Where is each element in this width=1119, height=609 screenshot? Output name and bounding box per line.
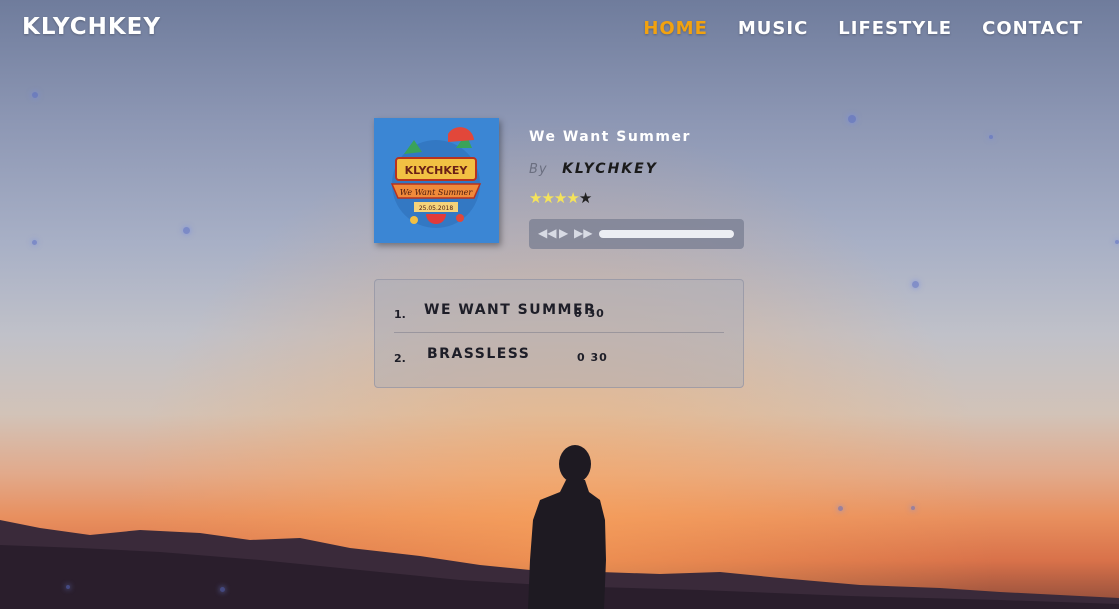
playlist-row[interactable]: 2. BRASSLESS 0 30 [394, 336, 724, 376]
cover-date: 25.05.2018 [419, 205, 454, 212]
sparkle-dot [838, 506, 843, 511]
track-number: 2. [394, 352, 406, 365]
nav-lifestyle[interactable]: LIFESTYLE [838, 18, 952, 39]
audio-player: ◀◀ ▶ ▶▶ [529, 219, 744, 249]
rating-stars[interactable]: ★★★★★ [529, 189, 592, 207]
star-icon[interactable]: ★ [566, 189, 579, 207]
artist-name[interactable]: KLYCHKEY [562, 161, 658, 177]
star-icon[interactable]: ★ [579, 189, 592, 207]
sparkle-dot [912, 281, 919, 288]
progress-bar[interactable] [599, 230, 734, 238]
sparkle-dot [183, 227, 190, 234]
track-duration: 0 30 [577, 351, 608, 364]
main-nav: HOME MUSIC LIFESTYLE CONTACT [643, 18, 1083, 39]
playlist: 1. WE WANT SUMMER 0 30 2. BRASSLESS 0 30 [374, 279, 744, 388]
sparkle-dot [32, 240, 37, 245]
track-name[interactable]: BRASSLESS [427, 346, 530, 362]
nav-music[interactable]: MUSIC [738, 18, 808, 39]
nav-contact[interactable]: CONTACT [982, 18, 1083, 39]
star-icon[interactable]: ★ [541, 189, 554, 207]
by-label: By [529, 162, 548, 177]
play-icon[interactable]: ▶ [559, 226, 568, 240]
star-icon[interactable]: ★ [554, 189, 567, 207]
cover-subtitle: We Want Summer [400, 188, 474, 197]
sparkle-dot [848, 115, 856, 123]
rewind-icon[interactable]: ◀◀ [538, 226, 556, 240]
person-silhouette [528, 445, 606, 609]
sparkle-dot [911, 506, 915, 510]
fast-forward-icon[interactable]: ▶▶ [574, 226, 592, 240]
byline: By KLYCHKEY [529, 161, 658, 177]
playlist-row[interactable]: 1. WE WANT SUMMER 0 30 [394, 292, 724, 333]
track-duration: 0 30 [574, 307, 605, 320]
cover-title: KLYCHKEY [405, 164, 469, 177]
sparkle-dot [220, 587, 225, 592]
nav-home[interactable]: HOME [643, 18, 708, 39]
track-title: We Want Summer [529, 129, 691, 145]
track-name[interactable]: WE WANT SUMMER [424, 302, 596, 318]
album-cover: KLYCHKEY We Want Summer 25.05.2018 [374, 118, 499, 243]
sparkle-dot [66, 585, 70, 589]
track-number: 1. [394, 308, 406, 321]
star-icon[interactable]: ★ [529, 189, 542, 207]
site-logo[interactable]: KLYCHKEY [22, 14, 161, 40]
sparkle-dot [32, 92, 38, 98]
sparkle-dot [989, 135, 993, 139]
sparkle-dot [1115, 240, 1119, 244]
